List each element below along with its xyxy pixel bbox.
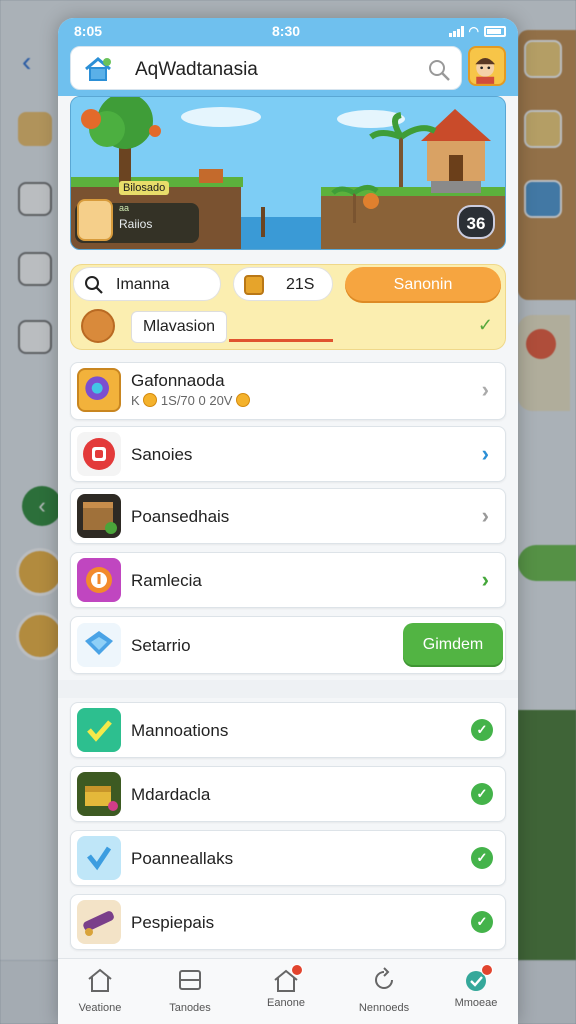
- bottom-nav: Veatione Tanodes Eanone Nennoeds Mmoeae: [58, 958, 518, 1024]
- section-divider: [58, 680, 518, 698]
- coin-counter[interactable]: 21S: [233, 267, 333, 301]
- quick-search-value: Imanna: [116, 276, 170, 293]
- notification-dot: [291, 964, 303, 976]
- player-avatar: [77, 199, 113, 241]
- refresh-icon: [375, 967, 393, 989]
- nav-item-house[interactable]: Eanone: [246, 964, 326, 1009]
- list-item-label: Gafonnaoda: [131, 371, 225, 390]
- quick-search-field[interactable]: Imanna: [73, 267, 221, 301]
- status-bar: 8:05 8:30 ◠: [58, 18, 518, 44]
- checkmark-icon: [77, 836, 121, 880]
- character-icon: [81, 309, 115, 343]
- cube-icon: [77, 623, 121, 667]
- wifi-icon: ◠: [468, 24, 479, 38]
- mission-label: Mlavasion: [131, 311, 227, 343]
- list-item-label: Setarrio: [131, 636, 191, 655]
- inbox-icon: [179, 970, 201, 990]
- list-item-label: Sanoies: [131, 445, 193, 464]
- check-circle-icon: ✓: [471, 783, 493, 805]
- count-badge: 36: [457, 205, 495, 239]
- chevron-right-icon: ›: [481, 441, 489, 466]
- home-icon: [88, 968, 112, 992]
- task-item[interactable]: Poanneallaks ✓: [70, 830, 506, 886]
- list-item[interactable]: Ramlecia ›: [70, 552, 506, 608]
- header: AqWadtanasia: [58, 44, 518, 96]
- signal-icon: [448, 25, 464, 37]
- search-icon: [85, 276, 103, 294]
- chevron-right-icon: ›: [481, 567, 489, 592]
- banner-player-card[interactable]: Bilosado aa Raiios: [75, 181, 199, 243]
- list-item[interactable]: Poansedhais ›: [70, 488, 506, 544]
- target-icon: [77, 558, 121, 602]
- nav-label: Nennoeds: [358, 1002, 410, 1014]
- confirm-button[interactable]: Gimdem: [403, 623, 503, 667]
- banner-card-title: Bilosado: [119, 181, 170, 195]
- chevron-right-icon: ›: [481, 377, 489, 402]
- task-item[interactable]: Mdardacla ✓: [70, 766, 506, 822]
- nav-item-sync[interactable]: Mmoeae: [436, 964, 516, 1009]
- list-item-label: Ramlecia: [131, 571, 202, 590]
- treasure-icon: [244, 275, 264, 295]
- coin-count: 21S: [286, 276, 315, 293]
- scroll-icon: [77, 900, 121, 944]
- check-circle-icon: ✓: [471, 847, 493, 869]
- title-search-bar[interactable]: AqWadtanasia: [70, 46, 462, 90]
- check-circle-icon: ✓: [471, 911, 493, 933]
- nav-label: Eanone: [267, 997, 305, 1009]
- task-item[interactable]: Pespiepais ✓: [70, 894, 506, 950]
- task-label: Poanneallaks: [131, 849, 234, 868]
- chevron-right-icon: ›: [481, 503, 489, 528]
- quick-panel: Imanna 21S Sanonin Mlavasion ✓: [70, 264, 506, 350]
- banner-card-name: Raiios: [119, 217, 153, 231]
- gem-icon: [77, 368, 121, 412]
- nav-item-home[interactable]: Veatione: [60, 967, 140, 1014]
- notification-dot: [481, 964, 493, 976]
- check-square-icon: [77, 708, 121, 752]
- task-label: Mdardacla: [131, 785, 211, 804]
- chest-icon: [77, 772, 121, 816]
- crate-icon: [77, 494, 121, 538]
- home-icon[interactable]: [83, 56, 113, 82]
- list-item[interactable]: Sanoies ›: [70, 426, 506, 482]
- task-label: Mannoations: [131, 721, 229, 740]
- sync-badge-icon: [462, 964, 493, 993]
- status-time-left: 8:05: [74, 23, 103, 39]
- nav-item-inbox[interactable]: Tanodes: [150, 967, 230, 1014]
- check-circle-icon: ✓: [471, 719, 493, 741]
- task-item[interactable]: Mannoations ✓: [70, 702, 506, 758]
- profile-avatar[interactable]: [468, 46, 506, 86]
- status-icons: ◠: [448, 24, 506, 38]
- check-icon[interactable]: ✓: [478, 315, 493, 336]
- nav-label: Mmoeae: [454, 997, 498, 1009]
- banner-card-subtitle: aa: [119, 203, 130, 213]
- record-icon: [77, 432, 121, 476]
- battery-icon: [484, 25, 506, 37]
- search-icon[interactable]: [427, 58, 451, 82]
- nav-label: Tanodes: [169, 1002, 211, 1014]
- nav-item-refresh[interactable]: Nennoeds: [344, 967, 424, 1014]
- featured-banner[interactable]: Bilosado aa Raiios 36: [70, 96, 506, 250]
- list-item-subtitle: K 1S/70 0 20V: [131, 393, 251, 408]
- nav-label: Veatione: [78, 1002, 122, 1014]
- mission-progress-bar: [229, 339, 333, 342]
- main-sheet: 8:05 8:30 ◠ AqWadtanasia Bilosado aa Rai…: [58, 18, 518, 1024]
- app-title: AqWadtanasia: [135, 59, 258, 80]
- quick-action-button[interactable]: Sanonin: [345, 267, 501, 303]
- list-item-label: Poansedhais: [131, 507, 230, 526]
- list-item[interactable]: Gafonnaoda K 1S/70 0 20V ›: [70, 362, 506, 420]
- task-label: Pespiepais: [131, 913, 215, 932]
- house-badge-icon: [272, 964, 303, 993]
- list-item[interactable]: Setarrio Gimdem: [70, 616, 506, 674]
- status-time-center: 8:30: [272, 23, 301, 39]
